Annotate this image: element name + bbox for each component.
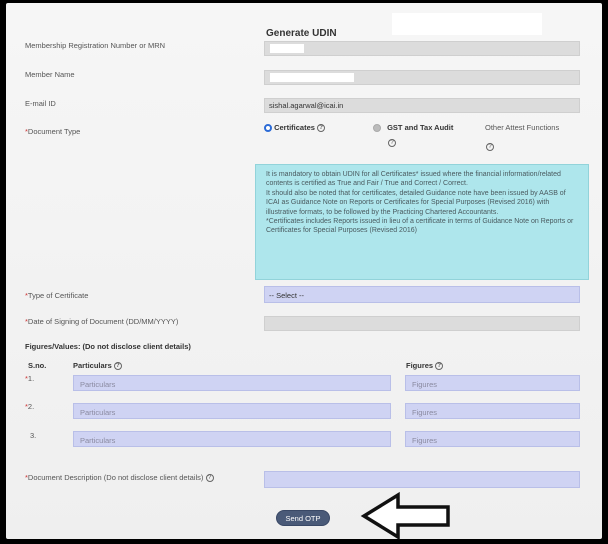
figures-input[interactable]: Figures [405,375,580,391]
help-icon[interactable]: ? [205,474,214,483]
particulars-input[interactable]: Particulars [73,403,391,419]
help-icon[interactable]: ? [113,362,122,371]
particulars-input[interactable]: Particulars [73,431,391,447]
figures-section-label: Figures/Values: (Do not disclose client … [25,342,191,351]
redacted-value [270,73,354,82]
row-sno: 2. [27,402,35,411]
info-paragraph: *Certificates includes Reports issued in… [266,218,574,235]
email-field[interactable]: sishal.agarwal@icai.in [264,98,580,113]
redacted-area [392,13,542,35]
info-paragraph: It should also be noted that for certifi… [266,189,566,216]
figures-input[interactable]: Figures [405,403,580,419]
redacted-value [270,44,304,53]
radio-other-label: Other Attest Functions [485,123,560,132]
member-name-label: Member Name [25,70,75,79]
info-paragraph: It is mandatory to obtain UDIN for all C… [266,171,561,188]
row-sno: 3. [30,431,37,440]
member-name-field[interactable] [264,70,580,85]
udin-info-box: It is mandatory to obtain UDIN for all C… [255,164,589,280]
radio-certificates-label: Certificates [274,123,315,132]
doc-type-label: Document Type [27,127,81,136]
radio-gst-tax-audit[interactable]: GST and Tax Audit [373,123,454,133]
col-sno-header: S.no. [28,361,47,370]
col-particulars-header: Particulars [73,361,112,370]
radio-selected-icon[interactable] [264,124,272,133]
help-icon[interactable]: ? [388,138,396,147]
type-of-certificate-select[interactable]: -- Select -- [264,286,580,303]
help-icon[interactable]: ? [486,142,494,151]
date-of-signing-label: Date of Signing of Document (DD/MM/YYYY) [27,317,179,326]
email-label: E-mail ID [25,99,56,108]
particulars-input[interactable]: Particulars [73,375,391,391]
radio-other-attest[interactable]: Other Attest Functions [485,123,559,132]
date-of-signing-field[interactable] [264,316,580,331]
mrn-label: Membership Registration Number or MRN [25,41,166,50]
radio-gst-label: GST and Tax Audit [387,123,454,132]
col-figures-header: Figures [406,361,434,370]
help-icon[interactable]: ? [435,362,444,371]
document-description-input[interactable] [264,471,580,488]
arrow-left-icon [360,491,450,541]
radio-certificates[interactable]: Certificates ? [264,123,326,133]
type-of-certificate-label: Type of Certificate [27,291,89,300]
mrn-field[interactable] [264,41,580,56]
row-sno: 1. [27,374,35,383]
help-icon[interactable]: ? [317,124,326,133]
figures-input[interactable]: Figures [405,431,580,447]
send-otp-button[interactable]: Send OTP [276,510,330,526]
form-panel: Generate UDIN Membership Registration Nu… [6,3,602,541]
page-title: Generate UDIN [266,28,337,39]
document-description-label: Document Description (Do not disclose cl… [27,473,204,482]
radio-unselected-icon[interactable] [373,124,381,133]
